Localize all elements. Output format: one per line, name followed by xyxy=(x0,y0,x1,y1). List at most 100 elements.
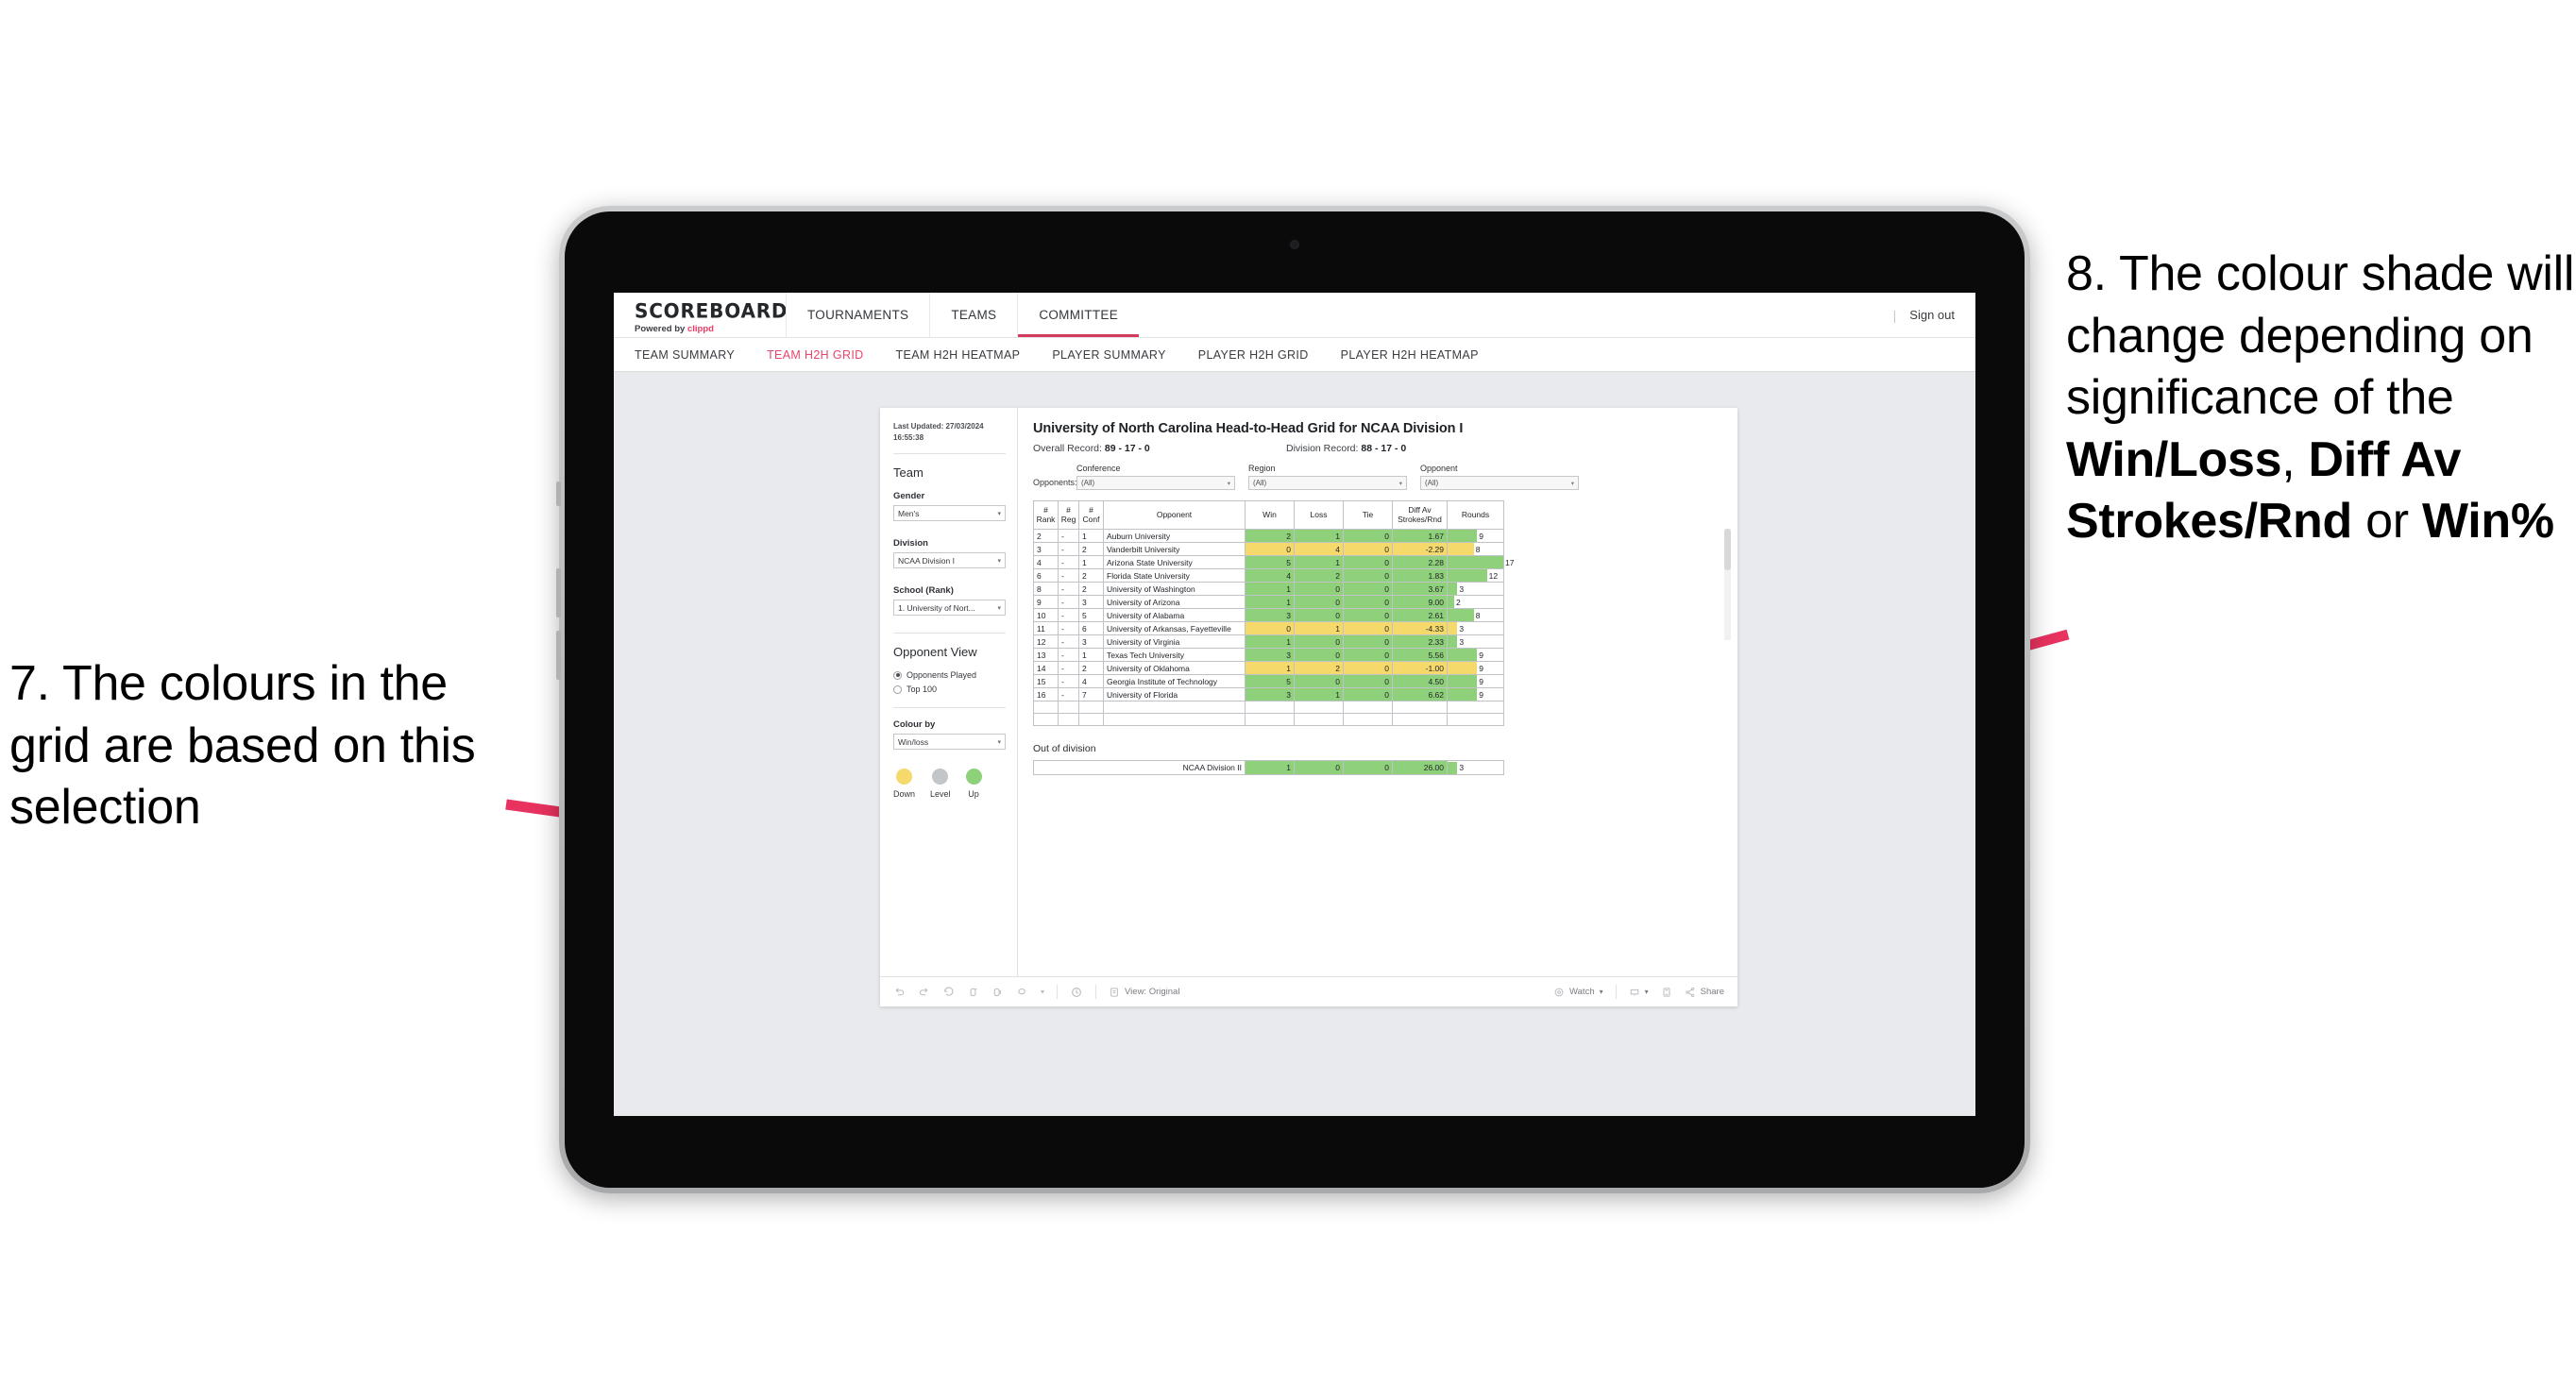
view-original-button[interactable]: View: Original xyxy=(1109,987,1179,998)
cell-rounds: 12 xyxy=(1447,568,1504,583)
school-label: School (Rank) xyxy=(893,585,954,596)
rounds-bar-cell: 17 xyxy=(1448,556,1514,568)
chevron-down-icon[interactable]: ▾ xyxy=(1041,988,1044,996)
device-button-volume-up xyxy=(556,568,561,617)
cell-opponent: University of Alabama xyxy=(1103,608,1246,622)
cell-win: 0 xyxy=(1245,542,1295,556)
annotation-right-sep1: , xyxy=(2281,431,2309,487)
brand-name: SCOREBOARD xyxy=(635,298,788,323)
division-select[interactable]: NCAA Division I ▾ xyxy=(893,552,1006,568)
cell-win: 3 xyxy=(1245,648,1295,662)
table-row[interactable]: 3-2 Vanderbilt University 0 4 0 -2.29 8 xyxy=(1033,542,1504,556)
table-head: # Rank # Reg # Conf Opponent Win Loss Tie xyxy=(1033,500,1504,530)
school-select[interactable]: 1. University of Nort... ▾ xyxy=(893,600,1006,616)
revert-icon[interactable] xyxy=(942,986,955,998)
team-group-title: Team xyxy=(893,465,924,480)
divider xyxy=(893,633,1006,634)
table-row[interactable]: 8-2 University of Washington 1 0 0 3.67 3 xyxy=(1033,582,1504,596)
nav-tab-teams[interactable]: TEAMS xyxy=(929,293,1017,337)
sign-out-button[interactable]: Sign out xyxy=(1909,308,1955,322)
device-button-power xyxy=(556,482,561,506)
cell-opponent: University of Arizona xyxy=(1103,595,1246,609)
conference-value: (All) xyxy=(1081,479,1095,487)
cell-tie: 0 xyxy=(1343,582,1393,596)
colour-by-select[interactable]: Win/loss ▾ xyxy=(893,734,1006,750)
subtab-player-h2h-heatmap[interactable]: PLAYER H2H HEATMAP xyxy=(1341,348,1479,362)
rounds-value: 9 xyxy=(1479,676,1483,686)
nav-tab-committee[interactable]: COMMITTEE xyxy=(1017,293,1139,337)
cell-reg: - xyxy=(1058,687,1079,701)
cell-diff: 6.62 xyxy=(1392,687,1448,701)
refresh-icon[interactable] xyxy=(967,986,979,998)
chevron-down-icon: ▾ xyxy=(997,557,1001,565)
cell-tie: 0 xyxy=(1343,687,1393,701)
cell-rounds: 2 xyxy=(1447,595,1504,609)
table-row[interactable]: 2-1 Auburn University 2 1 0 1.67 9 xyxy=(1033,529,1504,543)
subtab-player-h2h-grid[interactable]: PLAYER H2H GRID xyxy=(1198,348,1309,362)
table-row[interactable]: 6-2 Florida State University 4 2 0 1.83 12 xyxy=(1033,568,1504,583)
rounds-value: 8 xyxy=(1475,544,1481,554)
table-row[interactable]: 16-7 University of Florida 3 1 0 6.62 9 xyxy=(1033,687,1504,701)
opponent-select[interactable]: (All) ▾ xyxy=(1420,476,1579,490)
cell-loss: 1 xyxy=(1294,529,1344,543)
region-select[interactable]: (All) ▾ xyxy=(1248,476,1407,490)
radio-opponents-played[interactable]: Opponents Played xyxy=(893,670,1006,680)
table-scrollbar-thumb[interactable] xyxy=(1724,529,1731,570)
slide-canvas: 7. The colours in the grid are based on … xyxy=(0,0,2576,1386)
chevron-down-icon: ▾ xyxy=(1599,988,1603,996)
col-rank-line2: Rank xyxy=(1036,514,1056,524)
cell-opponent: University of Florida xyxy=(1103,687,1246,701)
cell-win: 5 xyxy=(1245,555,1295,569)
subtab-team-h2h-heatmap[interactable]: TEAM H2H HEATMAP xyxy=(896,348,1021,362)
colour-by-value: Win/loss xyxy=(898,736,929,747)
undo-icon[interactable] xyxy=(893,986,906,998)
opponent-view-title: Opponent View xyxy=(893,645,977,659)
subtab-team-summary[interactable]: TEAM SUMMARY xyxy=(635,348,735,362)
gender-select[interactable]: Men's ▾ xyxy=(893,505,1006,521)
region-filter: Region (All) ▾ xyxy=(1248,464,1407,490)
powered-by-text: Powered by xyxy=(635,324,687,334)
history-icon[interactable] xyxy=(1070,986,1083,999)
pause-icon[interactable] xyxy=(991,986,1004,998)
watch-label: Watch xyxy=(1569,987,1595,997)
table-row[interactable]: 14-2 University of Oklahoma 1 2 0 -1.00 9 xyxy=(1033,661,1504,675)
table-row[interactable]: 12-3 University of Virginia 1 0 0 2.33 3 xyxy=(1033,634,1504,649)
table-row[interactable]: 9-3 University of Arizona 1 0 0 9.00 2 xyxy=(1033,595,1504,609)
cell-conf: 5 xyxy=(1078,608,1104,622)
table-row[interactable]: 4-1 Arizona State University 5 1 0 2.28 17 xyxy=(1033,555,1514,569)
conference-filter: Conference (All) ▾ xyxy=(1076,464,1235,490)
cell-rounds: 3 xyxy=(1447,760,1504,775)
watch-button[interactable]: Watch ▾ xyxy=(1553,987,1603,998)
out-of-division-row[interactable]: NCAA Division II 1 0 0 26.00 3 xyxy=(1033,760,1504,775)
fullscreen-icon[interactable] xyxy=(1661,987,1672,998)
table-row[interactable]: 10-5 University of Alabama 3 0 0 2.61 8 xyxy=(1033,608,1504,622)
share-button[interactable]: Share xyxy=(1685,987,1724,998)
cell-rank: 9 xyxy=(1033,595,1059,609)
legend-label-down: Down xyxy=(893,789,916,799)
cell-rounds: 3 xyxy=(1447,621,1504,635)
table-row[interactable]: 13-1 Texas Tech University 3 0 0 5.56 9 xyxy=(1033,648,1504,662)
col-conf-line2: Conf xyxy=(1082,514,1100,524)
table-row[interactable]: 15-4 Georgia Institute of Technology 5 0 0 4.… xyxy=(1033,674,1504,688)
cell-rank: 11 xyxy=(1033,621,1059,635)
cell-tie: 0 xyxy=(1343,542,1393,556)
cell-rounds: 8 xyxy=(1447,608,1504,622)
legend-dot-level xyxy=(932,769,949,785)
cell-loss: 0 xyxy=(1294,674,1344,688)
download-button[interactable]: ▾ xyxy=(1629,987,1649,998)
colour-by-label: Colour by xyxy=(893,719,936,730)
subtab-player-summary[interactable]: PLAYER SUMMARY xyxy=(1052,348,1165,362)
cell-rank: 3 xyxy=(1033,542,1059,556)
division-value: NCAA Division I xyxy=(898,555,955,566)
table-row[interactable]: 11-6 University of Arkansas, Fayetteville… xyxy=(1033,621,1504,635)
rounds-bar xyxy=(1448,556,1503,568)
nav-tab-tournaments[interactable]: TOURNAMENTS xyxy=(786,293,929,337)
conference-select[interactable]: (All) ▾ xyxy=(1076,476,1235,490)
subtab-team-h2h-grid[interactable]: TEAM H2H GRID xyxy=(767,348,863,362)
chevron-down-icon: ▾ xyxy=(997,604,1001,612)
redo-icon[interactable] xyxy=(918,986,930,998)
rounds-bar-cell: 12 xyxy=(1448,569,1503,582)
replay-icon[interactable] xyxy=(1016,986,1028,998)
radio-top-100[interactable]: Top 100 xyxy=(893,685,1006,694)
cell-win: 2 xyxy=(1245,529,1295,543)
